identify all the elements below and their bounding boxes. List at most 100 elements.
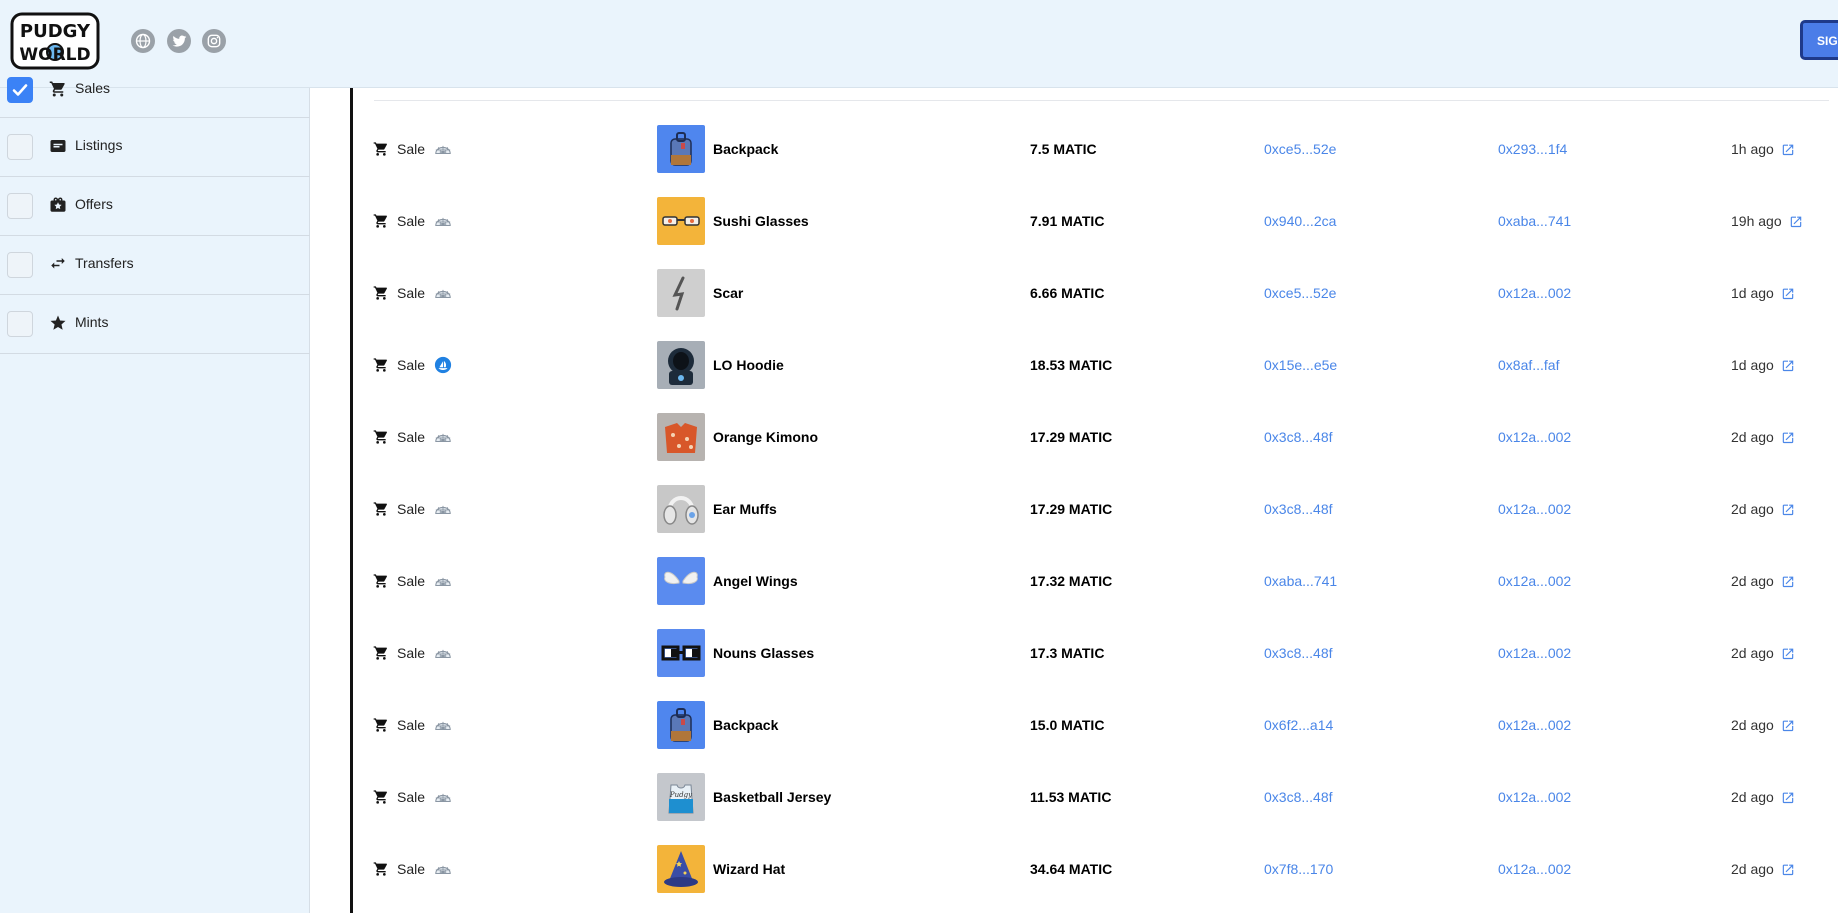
- igloo-icon[interactable]: [434, 788, 452, 806]
- table-row[interactable]: Sale Angel Wings 17.32 MATIC 0xaba...741 0x1…: [353, 545, 1838, 617]
- opensea-icon[interactable]: [434, 356, 452, 374]
- checkbox-listings[interactable]: [7, 134, 33, 160]
- time-ago-link[interactable]: 19h ago: [1731, 213, 1803, 229]
- checkbox-offers[interactable]: [7, 193, 33, 219]
- to-address-link[interactable]: 0x8af...faf: [1498, 357, 1559, 373]
- checkbox-mints[interactable]: [7, 311, 33, 337]
- item-thumbnail[interactable]: [657, 413, 705, 461]
- item-thumbnail[interactable]: [657, 125, 705, 173]
- to-address-link[interactable]: 0x12a...002: [1498, 429, 1571, 445]
- time-ago-link[interactable]: 1h ago: [1731, 141, 1795, 157]
- table-row[interactable]: Sale Nouns Glasses 17.3 MATIC 0x3c8...48f 0x…: [353, 617, 1838, 689]
- table-row[interactable]: Sale LO Hoodie 18.53 MATIC 0x15e...e5e 0x8af…: [353, 329, 1838, 401]
- item-name[interactable]: Sushi Glasses: [713, 213, 809, 229]
- external-link-icon[interactable]: [1789, 215, 1803, 229]
- item-thumbnail[interactable]: [657, 341, 705, 389]
- item-name[interactable]: Backpack: [713, 141, 778, 157]
- igloo-icon[interactable]: [434, 428, 452, 446]
- from-address-link[interactable]: 0xce5...52e: [1264, 285, 1336, 301]
- time-ago-link[interactable]: 2d ago: [1731, 717, 1795, 733]
- from-address-link[interactable]: 0x940...2ca: [1264, 213, 1336, 229]
- to-address-link[interactable]: 0x12a...002: [1498, 573, 1571, 589]
- time-ago-link[interactable]: 1d ago: [1731, 285, 1795, 301]
- igloo-icon[interactable]: [434, 284, 452, 302]
- time-ago-link[interactable]: 2d ago: [1731, 861, 1795, 877]
- filter-sales[interactable]: Sales: [0, 59, 310, 118]
- item-name[interactable]: Backpack: [713, 717, 778, 733]
- item-name[interactable]: Ear Muffs: [713, 501, 777, 517]
- to-address-link[interactable]: 0x12a...002: [1498, 501, 1571, 517]
- table-row[interactable]: Sale Wizard Hat 34.64 MATIC 0x7f8...170 0x12…: [353, 833, 1838, 905]
- external-link-icon[interactable]: [1781, 719, 1795, 733]
- item-name[interactable]: LO Hoodie: [713, 357, 784, 373]
- item-name[interactable]: Wizard Hat: [713, 861, 785, 877]
- item-thumbnail[interactable]: [657, 629, 705, 677]
- twitter-icon[interactable]: [167, 29, 191, 53]
- filter-listings[interactable]: Listings: [0, 118, 310, 177]
- item-thumbnail[interactable]: [657, 557, 705, 605]
- igloo-icon[interactable]: [434, 644, 452, 662]
- checkbox-transfers[interactable]: [7, 252, 33, 278]
- item-thumbnail[interactable]: [657, 845, 705, 893]
- filter-transfers[interactable]: Transfers: [0, 236, 310, 295]
- to-address-link[interactable]: 0x12a...002: [1498, 285, 1571, 301]
- item-name[interactable]: Angel Wings: [713, 573, 798, 589]
- to-address-link[interactable]: 0x12a...002: [1498, 645, 1571, 661]
- table-row[interactable]: Sale Pudgy Basketball Jersey 11.53 MATIC 0x3…: [353, 761, 1838, 833]
- item-thumbnail[interactable]: [657, 197, 705, 245]
- item-name[interactable]: Basketball Jersey: [713, 789, 831, 805]
- from-address-link[interactable]: 0x15e...e5e: [1264, 357, 1337, 373]
- from-address-link[interactable]: 0xce5...52e: [1264, 141, 1336, 157]
- from-address-link[interactable]: 0x3c8...48f: [1264, 501, 1333, 517]
- time-ago-link[interactable]: 1d ago: [1731, 357, 1795, 373]
- time-ago-link[interactable]: 2d ago: [1731, 645, 1795, 661]
- igloo-icon[interactable]: [434, 572, 452, 590]
- item-name[interactable]: Orange Kimono: [713, 429, 818, 445]
- from-address-link[interactable]: 0x3c8...48f: [1264, 645, 1333, 661]
- table-row[interactable]: Sale Backpack 7.5 MATIC 0xce5...52e 0x293...…: [353, 113, 1838, 185]
- time-ago-link[interactable]: 2d ago: [1731, 789, 1795, 805]
- table-row[interactable]: Sale Sushi Glasses 7.91 MATIC 0x940...2ca 0x…: [353, 185, 1838, 257]
- external-link-icon[interactable]: [1781, 791, 1795, 805]
- external-link-icon[interactable]: [1781, 863, 1795, 877]
- item-thumbnail[interactable]: [657, 485, 705, 533]
- table-row[interactable]: Sale Orange Kimono 17.29 MATIC 0x3c8...48f 0…: [353, 401, 1838, 473]
- filter-offers[interactable]: Offers: [0, 177, 310, 236]
- item-thumbnail[interactable]: [657, 269, 705, 317]
- item-thumbnail[interactable]: [657, 701, 705, 749]
- external-link-icon[interactable]: [1781, 359, 1795, 373]
- sign-in-button[interactable]: SIGN: [1800, 20, 1838, 60]
- external-link-icon[interactable]: [1781, 287, 1795, 301]
- external-link-icon[interactable]: [1781, 575, 1795, 589]
- time-ago-link[interactable]: 2d ago: [1731, 501, 1795, 517]
- table-row[interactable]: Sale Backpack 15.0 MATIC 0x6f2...a14 0x12a..…: [353, 689, 1838, 761]
- to-address-link[interactable]: 0x293...1f4: [1498, 141, 1567, 157]
- table-row[interactable]: Sale Scar 6.66 MATIC 0xce5...52e 0x12a...002…: [353, 257, 1838, 329]
- item-name[interactable]: Nouns Glasses: [713, 645, 814, 661]
- igloo-icon[interactable]: [434, 716, 452, 734]
- from-address-link[interactable]: 0x3c8...48f: [1264, 429, 1333, 445]
- instagram-icon[interactable]: [202, 29, 226, 53]
- globe-icon[interactable]: [131, 29, 155, 53]
- time-ago-link[interactable]: 2d ago: [1731, 429, 1795, 445]
- external-link-icon[interactable]: [1781, 503, 1795, 517]
- filter-mints[interactable]: Mints: [0, 295, 310, 354]
- to-address-link[interactable]: 0xaba...741: [1498, 213, 1571, 229]
- external-link-icon[interactable]: [1781, 647, 1795, 661]
- table-row[interactable]: Sale Ear Muffs 17.29 MATIC 0x3c8...48f 0x12a…: [353, 473, 1838, 545]
- to-address-link[interactable]: 0x12a...002: [1498, 789, 1571, 805]
- to-address-link[interactable]: 0x12a...002: [1498, 861, 1571, 877]
- checkbox-sales[interactable]: [7, 77, 33, 103]
- item-name[interactable]: Scar: [713, 285, 743, 301]
- from-address-link[interactable]: 0x7f8...170: [1264, 861, 1333, 877]
- igloo-icon[interactable]: [434, 860, 452, 878]
- igloo-icon[interactable]: [434, 500, 452, 518]
- time-ago-link[interactable]: 2d ago: [1731, 573, 1795, 589]
- item-thumbnail[interactable]: Pudgy: [657, 773, 705, 821]
- to-address-link[interactable]: 0x12a...002: [1498, 717, 1571, 733]
- external-link-icon[interactable]: [1781, 431, 1795, 445]
- from-address-link[interactable]: 0x6f2...a14: [1264, 717, 1333, 733]
- from-address-link[interactable]: 0x3c8...48f: [1264, 789, 1333, 805]
- igloo-icon[interactable]: [434, 140, 452, 158]
- external-link-icon[interactable]: [1781, 143, 1795, 157]
